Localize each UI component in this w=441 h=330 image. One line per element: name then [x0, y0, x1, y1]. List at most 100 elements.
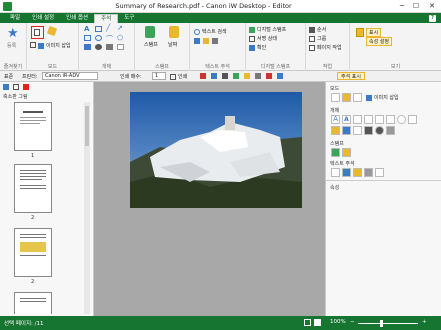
scrollbar-thumb[interactable] [85, 106, 89, 146]
rp-arrow-tool[interactable] [375, 115, 384, 124]
zoom-out-icon[interactable]: − [350, 319, 355, 325]
order-button[interactable]: 순서 [309, 26, 326, 33]
highlighter-icon[interactable] [106, 44, 113, 50]
rp-highlighter-tool[interactable] [386, 126, 395, 135]
rp-filled-rect-tool[interactable] [364, 126, 373, 135]
date-stamp-icon[interactable] [169, 26, 179, 38]
rp-bold-text-tool[interactable]: A [342, 115, 351, 124]
tool-icon-1[interactable] [200, 73, 206, 79]
view-mode-continuous-icon[interactable] [314, 319, 321, 326]
comment-icon[interactable] [13, 84, 19, 90]
rectangle-icon[interactable] [84, 35, 91, 41]
signature-status-button[interactable]: 서명 상태 [249, 35, 277, 42]
thumbnail-page-3[interactable] [14, 228, 52, 277]
rp-polygon-tool[interactable] [353, 126, 362, 135]
minimize-button[interactable]: ─ [395, 0, 409, 13]
tab-print-settings[interactable]: 인쇄 설정 [26, 14, 60, 23]
textbox-icon[interactable] [95, 26, 102, 32]
zoom-in-icon[interactable]: + [422, 319, 427, 325]
date-button[interactable]: 날짜 [168, 41, 177, 48]
rp-text-search-tool[interactable] [331, 168, 340, 177]
tool-icon-4[interactable] [233, 73, 239, 79]
stamp-button[interactable]: 스탬프 [144, 41, 158, 48]
line-icon[interactable]: ╱ [106, 24, 110, 32]
polyline-icon[interactable]: ⌒ [106, 34, 113, 44]
rp-rectangle-tool[interactable] [386, 115, 395, 124]
confirm-button[interactable]: 확인 [249, 44, 266, 51]
text-object-icon[interactable]: A [84, 25, 89, 33]
print-button[interactable]: 인쇄 [170, 73, 187, 80]
attr-setting-button[interactable]: 속성 설정 [366, 37, 392, 46]
filled-rectangle-icon[interactable] [84, 44, 91, 50]
rp-text-select-tool[interactable] [353, 93, 362, 102]
printer-select[interactable]: Canon iR-ADV [42, 72, 98, 80]
rp-date-stamp-tool[interactable] [342, 148, 351, 157]
hand-tool-icon[interactable] [46, 25, 58, 37]
rp-insert-image-button[interactable]: 이미지 삽입 [366, 94, 399, 101]
page-op-button[interactable]: 페이지 작업 [309, 44, 342, 51]
star-icon[interactable]: ★ [7, 26, 19, 41]
rp-strikethrough-tool[interactable] [364, 168, 373, 177]
thumbnail-page-4[interactable] [14, 292, 52, 314]
rp-underline-tool[interactable] [342, 168, 351, 177]
strikethrough-icon[interactable] [212, 38, 218, 44]
thumbnail-page-1[interactable] [14, 102, 52, 151]
text-search-button[interactable]: 텍스트 검색 [194, 28, 227, 35]
tab-file[interactable]: 파일 [4, 14, 26, 23]
white-rectangle-icon[interactable] [117, 44, 124, 50]
bookmark-icon[interactable] [3, 84, 9, 90]
rp-fill-rect-tool[interactable] [342, 126, 351, 135]
rp-text-tool[interactable]: A [331, 115, 340, 124]
rp-stamp-tool[interactable] [331, 148, 340, 157]
rp-polyline-tool[interactable] [408, 115, 417, 124]
document-view[interactable] [94, 82, 325, 316]
underline-icon[interactable] [194, 38, 200, 44]
rp-select-tool[interactable] [331, 93, 340, 102]
tool-icon-2[interactable] [211, 73, 217, 79]
select-object-icon[interactable] [34, 29, 40, 36]
tool-icon-8[interactable] [277, 73, 283, 79]
tool-icon-3[interactable] [222, 73, 228, 79]
view-mode-single-icon[interactable] [304, 319, 311, 326]
thumbnail-scrollbar[interactable] [84, 102, 90, 314]
stamp-icon[interactable] [145, 26, 155, 38]
thumbnail-page-2[interactable] [14, 164, 52, 213]
rp-filled-ellipse-tool[interactable] [375, 126, 384, 135]
zoom-slider-thumb[interactable] [380, 320, 383, 327]
rp-highlight-text-tool[interactable] [353, 168, 362, 177]
maximize-button[interactable]: ☐ [409, 0, 423, 13]
scope-selector[interactable]: 표준 [4, 73, 13, 80]
digital-stamp-button[interactable]: 디지털 스탬프 [249, 26, 286, 33]
document-image[interactable] [130, 92, 302, 208]
show-toggle-icon[interactable] [356, 28, 364, 37]
insert-image-button[interactable]: 이미지 삽입 [38, 42, 71, 49]
tool-icon-6[interactable] [255, 73, 261, 79]
rp-hand-tool[interactable] [342, 93, 351, 102]
text-select-icon[interactable] [30, 42, 36, 48]
tab-print-options[interactable]: 인쇄 옵션 [60, 14, 94, 23]
rp-annotation-tool-5[interactable] [375, 168, 384, 177]
close-button[interactable]: ✕ [423, 0, 441, 13]
copies-input[interactable]: 1 [152, 72, 166, 80]
tool-icon-5[interactable] [244, 73, 250, 79]
help-icon[interactable]: ? [429, 15, 436, 22]
thumbnail-tab-icon[interactable] [23, 84, 29, 90]
highlight-text-icon[interactable] [203, 38, 209, 44]
rp-textbox-tool[interactable] [353, 115, 362, 124]
arrow-icon[interactable]: ↗ [117, 24, 123, 32]
show-annotations-button[interactable]: 주석 표시 [337, 72, 365, 80]
tool-icon-7[interactable] [266, 73, 272, 79]
rp-line-tool[interactable] [364, 115, 373, 124]
tab-annotation[interactable]: 주석 [94, 14, 119, 23]
rp-marker-tool[interactable] [331, 126, 340, 135]
group-button[interactable]: 그룹 [309, 35, 326, 42]
group-view: 표시 속성 설정 보기 [350, 23, 441, 71]
ellipse-icon[interactable] [95, 35, 102, 41]
zoom-slider-track[interactable] [358, 323, 418, 324]
rp-ellipse-tool[interactable] [397, 115, 406, 124]
filled-ellipse-icon[interactable] [95, 44, 102, 50]
show-button[interactable]: 표시 [366, 28, 382, 37]
register-button[interactable]: 등록 [7, 42, 16, 49]
polygon-icon[interactable]: ⬠ [117, 34, 123, 42]
tab-tools[interactable]: 도구 [118, 14, 140, 23]
